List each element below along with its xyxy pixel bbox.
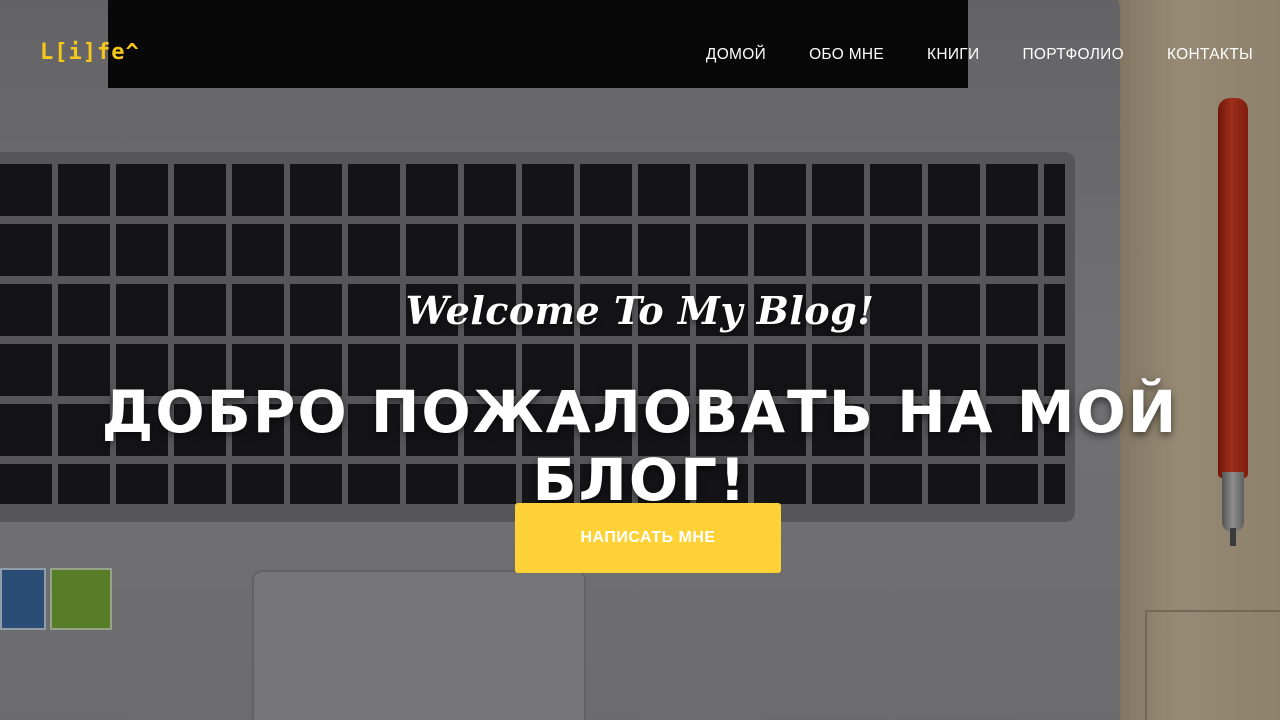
contact-me-button[interactable]: НАПИСАТЬ МНЕ: [515, 503, 781, 573]
hero-heading: ДОБРО ПОЖАЛОВАТЬ НА МОЙ БЛОГ!: [101, 378, 1179, 514]
hero-subheading: Welcome To My Blog!: [405, 288, 875, 333]
hero-section: Welcome To My Blog! ДОБРО ПОЖАЛОВАТЬ НА …: [0, 0, 1280, 720]
